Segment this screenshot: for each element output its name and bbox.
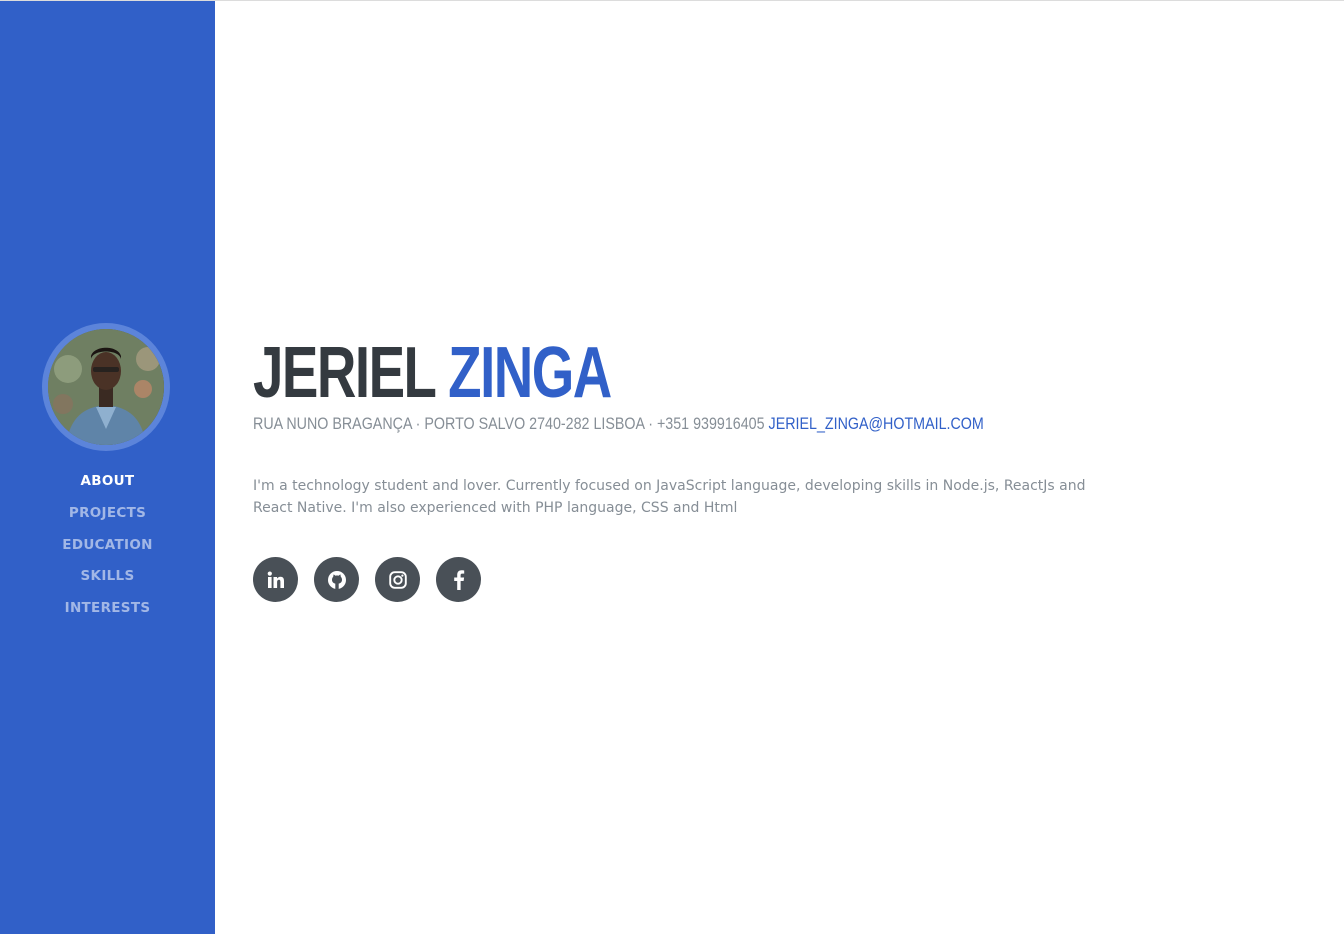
profile-photo (48, 329, 164, 445)
facebook-icon (453, 569, 465, 590)
nav-link-interests[interactable]: INTERESTS (65, 600, 151, 616)
nav-item-projects: PROJECTS (0, 501, 215, 533)
facebook-button[interactable] (436, 557, 481, 602)
github-button[interactable] (314, 557, 359, 602)
nav-item-skills: SKILLS (0, 564, 215, 596)
sidebar-nav: ABOUT PROJECTS EDUCATION SKILLS INTEREST… (0, 469, 215, 628)
github-icon (327, 570, 347, 590)
contact-line: RUA NUNO BRAGANÇA · PORTO SALVO 2740-282… (253, 413, 984, 435)
nav-item-about: ABOUT (0, 469, 215, 501)
linkedin-button[interactable] (253, 557, 298, 602)
nav-item-interests: INTERESTS (0, 596, 215, 628)
first-name: JERIEL (253, 333, 436, 413)
nav-link-projects[interactable]: PROJECTS (69, 505, 146, 521)
instagram-button[interactable] (375, 557, 420, 602)
nav-link-about[interactable]: ABOUT (81, 473, 135, 489)
address-text: RUA NUNO BRAGANÇA · PORTO SALVO 2740-282… (253, 414, 765, 433)
avatar[interactable] (42, 323, 170, 451)
bio-text: I'm a technology student and lover. Curr… (253, 478, 1086, 516)
email-link[interactable]: JERIEL_ZINGA@HOTMAIL.COM (769, 414, 984, 433)
social-icons (253, 557, 481, 602)
instagram-icon (388, 570, 407, 589)
nav-item-education: EDUCATION (0, 533, 215, 565)
page: ABOUT PROJECTS EDUCATION SKILLS INTEREST… (0, 0, 1344, 934)
linkedin-icon (267, 571, 285, 589)
last-name: ZINGA (448, 333, 612, 413)
nav-link-education[interactable]: EDUCATION (62, 537, 152, 553)
nav-link-skills[interactable]: SKILLS (81, 568, 135, 584)
sidebar: ABOUT PROJECTS EDUCATION SKILLS INTEREST… (0, 1, 215, 934)
page-title: JERIEL ZINGA (253, 333, 612, 413)
